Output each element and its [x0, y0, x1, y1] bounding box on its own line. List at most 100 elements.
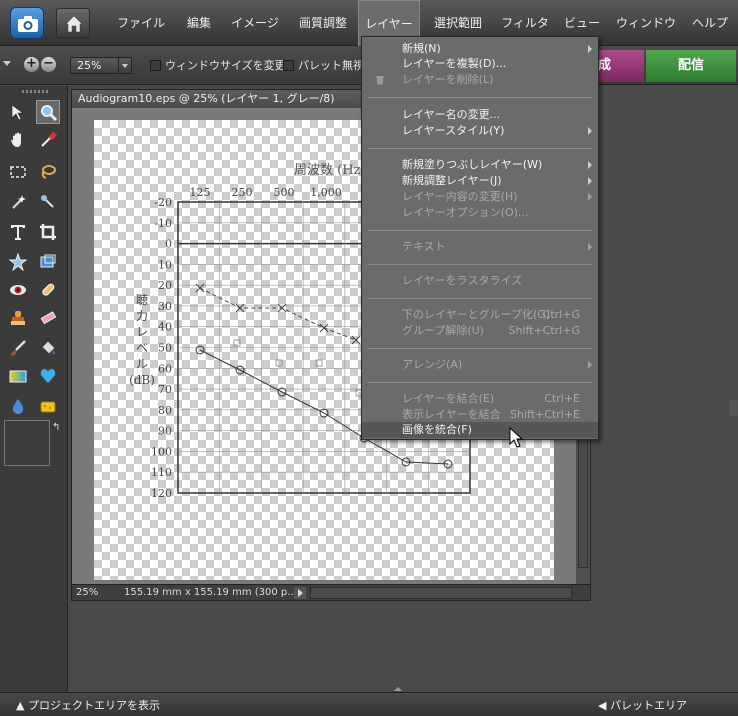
menu-window[interactable]: ウィンドウ [610, 0, 682, 46]
audiogram-level-axis-title: レ [136, 325, 148, 339]
menu-item-label: レイヤー内容の変更(H) [402, 190, 518, 203]
menu-item-new-fill-layer[interactable]: 新規塗りつぶしレイヤー(W) [362, 157, 598, 173]
hand-tool-icon[interactable] [6, 128, 30, 152]
foreground-color[interactable] [4, 420, 50, 466]
menu-image[interactable]: イメージ [222, 0, 288, 46]
audiogram-frequency-axis-title: 周波数 (Hz) [294, 163, 365, 178]
ignore-palettes-label: パレット無視 [298, 59, 364, 72]
menu-item-layer-options[interactable]: レイヤーオプション(O)... [362, 205, 598, 221]
cookie-cutter-tool-icon[interactable] [6, 250, 30, 274]
menu-item-shortcut: Ctrl+G [542, 308, 580, 321]
share-tab[interactable]: 配信 [646, 50, 736, 82]
triangle-left-icon: ◀ [598, 699, 610, 712]
recompose-tool-icon[interactable] [36, 250, 60, 274]
move-tool-icon[interactable] [6, 100, 30, 124]
zoom-in-icon[interactable]: + [24, 57, 39, 72]
audiogram-level-label: 10 [158, 258, 172, 271]
clone-stamp-tool-icon[interactable] [6, 306, 30, 330]
palette-bin-button[interactable]: ◀ パレットエリア [598, 697, 687, 713]
menu-item-merge-visible[interactable]: 表示レイヤーを結合 Shift+Ctrl+E [362, 407, 598, 423]
audiogram-bone-marker [315, 359, 323, 367]
color-swatches[interactable]: ↰ [4, 420, 60, 482]
submenu-arrow-icon [588, 361, 592, 369]
menu-item-label: 画像を統合(F) [402, 423, 472, 436]
menu-item-ungroup[interactable]: グループ解除(U) Shift+Ctrl+G [362, 323, 598, 339]
triangle-up-icon: ▲ [16, 699, 28, 712]
red-eye-tool-icon[interactable] [6, 278, 30, 302]
audiogram-bone-marker [275, 359, 283, 367]
zoom-level-value: 25% [77, 59, 102, 72]
magic-wand-tool-icon[interactable] [6, 190, 30, 214]
chevron-down-icon[interactable] [118, 58, 131, 73]
menu-item-simplify-layer[interactable]: レイヤーをラスタライズ [362, 273, 598, 289]
audiogram-level-label: -20 [154, 196, 172, 209]
menu-item-duplicate-layer[interactable]: レイヤーを複製(D)... [362, 56, 598, 72]
menu-separator [368, 97, 592, 98]
menu-item-new[interactable]: 新規(N) [362, 41, 598, 57]
audiogram-dashed-line [199, 287, 357, 341]
menu-item-arrange[interactable]: アレンジ(A) [362, 357, 598, 373]
paint-bucket-tool-icon[interactable] [36, 336, 60, 360]
menu-item-shortcut: Ctrl+E [544, 392, 580, 405]
type-tool-icon[interactable] [6, 220, 30, 244]
menu-item-shortcut: Shift+Ctrl+G [508, 324, 580, 337]
menu-file[interactable]: ファイル [106, 0, 176, 46]
camera-app-icon[interactable] [10, 7, 44, 39]
lasso-tool-icon[interactable] [36, 160, 60, 184]
submenu-arrow-icon [588, 243, 592, 251]
brush-tool-icon[interactable] [6, 336, 30, 360]
panel-collapse-icon[interactable] [730, 400, 738, 416]
menu-separator [368, 382, 592, 383]
quick-selection-tool-icon[interactable] [36, 190, 60, 214]
menu-separator [368, 298, 592, 299]
menu-item-type[interactable]: テキスト [362, 239, 598, 255]
status-document-size: 155.19 mm x 155.19 mm (300 p... [124, 587, 294, 598]
resize-window-checkbox[interactable]: ウィンドウサイズを変更 [150, 57, 286, 73]
zoom-level-field[interactable]: 25% [70, 57, 132, 74]
tool-preset-dropdown-icon[interactable] [3, 61, 11, 66]
menu-item-shortcut: Shift+Ctrl+E [510, 408, 580, 421]
menu-item-merge-down[interactable]: レイヤーを結合(E) Ctrl+E [362, 391, 598, 407]
menu-item-rename-layer[interactable]: レイヤー名の変更... [362, 107, 598, 123]
spot-healing-tool-icon[interactable] [36, 278, 60, 302]
sponge-tool-icon[interactable] [36, 394, 60, 418]
menu-help[interactable]: ヘルプ [682, 0, 738, 46]
crop-tool-icon[interactable] [36, 220, 60, 244]
marquee-tool-icon[interactable] [6, 160, 30, 184]
toolbox-grip[interactable] [22, 90, 48, 93]
gradient-tool-icon[interactable] [6, 364, 30, 388]
audiogram-bone-marker [233, 339, 241, 347]
panel-grip-icon[interactable] [394, 687, 402, 691]
eraser-tool-icon[interactable] [36, 306, 60, 330]
status-menu-arrow-icon[interactable] [294, 587, 306, 599]
menu-item-change-layer-content[interactable]: レイヤー内容の変更(H) [362, 189, 598, 205]
show-project-bin-button[interactable]: ▲ プロジェクトエリアを表示 [16, 697, 160, 713]
menu-item-group-with-previous[interactable]: 下のレイヤーとグループ化(G) Ctrl+G [362, 307, 598, 323]
swap-colors-icon[interactable]: ↰ [52, 422, 60, 433]
menu-separator [368, 148, 592, 149]
ignore-palettes-checkbox[interactable]: パレット無視 [283, 57, 364, 73]
audiogram-level-label: 60 [158, 362, 172, 375]
bottom-bar: ▲ プロジェクトエリアを表示 ◀ パレットエリア [0, 687, 738, 716]
create-tab[interactable]: 成 [596, 50, 644, 82]
checkbox-box[interactable] [283, 59, 294, 71]
audiogram-level-axis-title: 力 [136, 309, 148, 323]
home-icon[interactable] [56, 8, 90, 38]
eyedropper-tool-icon[interactable] [36, 128, 60, 152]
checkbox-box[interactable] [150, 59, 161, 71]
menu-item-flatten-image[interactable]: 画像を統合(F) [362, 422, 598, 438]
blur-tool-icon[interactable] [6, 394, 30, 418]
audiogram-frequency-label: 500 [274, 186, 295, 199]
menu-item-delete-layer[interactable]: レイヤーを削除(L) [362, 72, 598, 88]
audiogram-level-label: 110 [151, 466, 172, 479]
menu-enhance[interactable]: 画質調整 [288, 0, 358, 46]
shape-tool-icon[interactable] [36, 364, 60, 388]
horizontal-scrollbar[interactable] [310, 587, 572, 599]
menu-edit[interactable]: 編集 [176, 0, 222, 46]
menu-item-label: 新規(N) [402, 42, 441, 55]
zoom-tool-icon[interactable] [36, 100, 60, 124]
audiogram-level-label: 30 [158, 300, 172, 313]
menu-item-layer-style[interactable]: レイヤースタイル(Y) [362, 123, 598, 139]
zoom-out-icon[interactable]: − [41, 57, 56, 72]
menu-item-new-adjustment-layer[interactable]: 新規調整レイヤー(J) [362, 173, 598, 189]
